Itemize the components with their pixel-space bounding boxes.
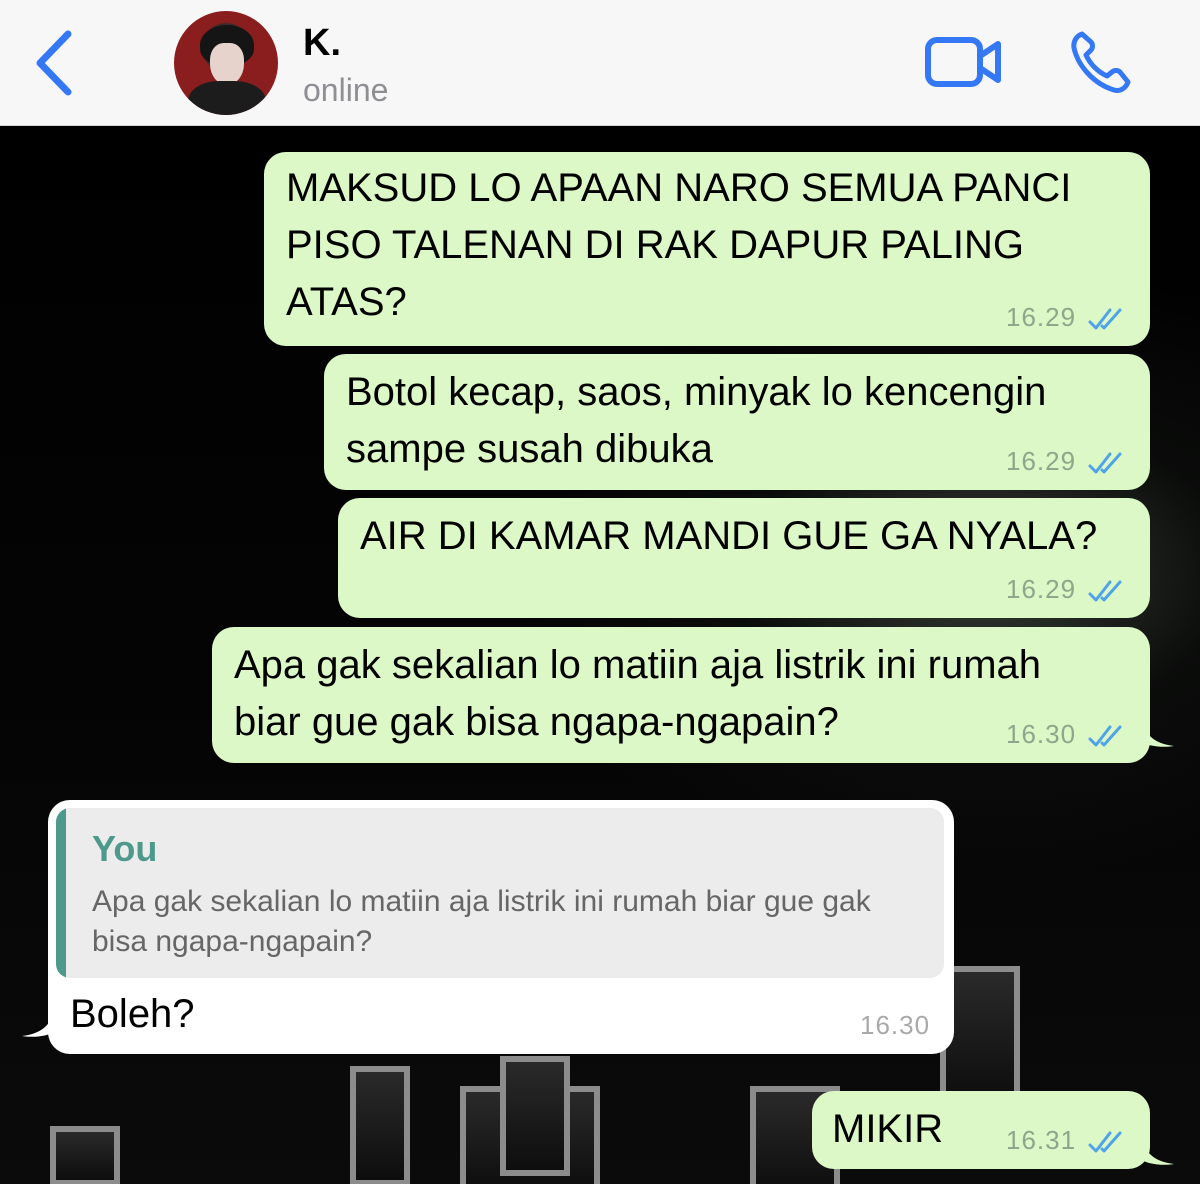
wallpaper-frame bbox=[500, 1056, 570, 1176]
phone-icon bbox=[1071, 31, 1131, 93]
voice-call-button[interactable] bbox=[1070, 30, 1132, 94]
message-bubble-outgoing[interactable]: MAKSUD LO APAAN NARO SEMUA PANCI PISO TA… bbox=[264, 152, 1150, 346]
wallpaper-frame bbox=[50, 1126, 120, 1184]
video-call-button[interactable] bbox=[924, 34, 1002, 90]
message-text: MAKSUD LO APAAN NARO SEMUA PANCI PISO TA… bbox=[286, 166, 1072, 324]
wallpaper-frame bbox=[350, 1066, 410, 1184]
video-camera-icon bbox=[925, 37, 1001, 87]
bubble-tail bbox=[1142, 1140, 1174, 1165]
chat-header: K. online bbox=[0, 0, 1200, 126]
read-ticks-icon bbox=[1088, 580, 1122, 602]
message-text: AIR DI KAMAR MANDI GUE GA NYALA? bbox=[360, 514, 1098, 558]
read-ticks-icon bbox=[1088, 452, 1122, 474]
quote-author: You bbox=[92, 828, 158, 869]
message-time: 16.29 bbox=[1006, 302, 1077, 332]
message-text: MIKIR bbox=[832, 1107, 944, 1151]
contact-status: online bbox=[303, 72, 389, 108]
quote-text: Apa gak sekalian lo matiin aja listrik i… bbox=[92, 885, 871, 958]
chevron-left-icon bbox=[36, 30, 72, 96]
bubble-tail bbox=[22, 1012, 54, 1037]
message-text: Boleh? bbox=[70, 992, 195, 1036]
message-bubble-outgoing[interactable]: Botol kecap, saos, minyak lo kencengin s… bbox=[324, 354, 1150, 490]
message-time: 16.29 bbox=[1006, 446, 1077, 476]
message-bubble-outgoing[interactable]: AIR DI KAMAR MANDI GUE GA NYALA? 16.29 bbox=[338, 498, 1150, 618]
quote-accent-bar bbox=[56, 808, 66, 978]
message-time: 16.30 bbox=[1006, 719, 1077, 749]
message-time: 16.29 bbox=[1006, 574, 1077, 604]
read-ticks-icon bbox=[1088, 308, 1122, 330]
message-bubble-outgoing[interactable]: MIKIR 16.31 bbox=[812, 1091, 1150, 1169]
message-bubble-outgoing[interactable]: Apa gak sekalian lo matiin aja listrik i… bbox=[212, 627, 1150, 763]
back-button[interactable] bbox=[30, 28, 82, 98]
read-ticks-icon bbox=[1088, 725, 1122, 747]
read-ticks-icon bbox=[1088, 1131, 1122, 1153]
reply-quote[interactable]: You Apa gak sekalian lo matiin aja listr… bbox=[56, 808, 944, 978]
message-time: 16.30 bbox=[860, 1010, 931, 1040]
contact-avatar[interactable] bbox=[174, 11, 278, 115]
bubble-tail bbox=[1142, 722, 1174, 747]
message-text: Apa gak sekalian lo matiin aja listrik i… bbox=[234, 643, 1042, 744]
message-time: 16.31 bbox=[1006, 1125, 1077, 1155]
message-bubble-incoming[interactable]: You Apa gak sekalian lo matiin aja listr… bbox=[48, 800, 954, 1054]
message-text: Botol kecap, saos, minyak lo kencengin s… bbox=[346, 370, 1047, 471]
contact-name[interactable]: K. bbox=[303, 22, 341, 65]
